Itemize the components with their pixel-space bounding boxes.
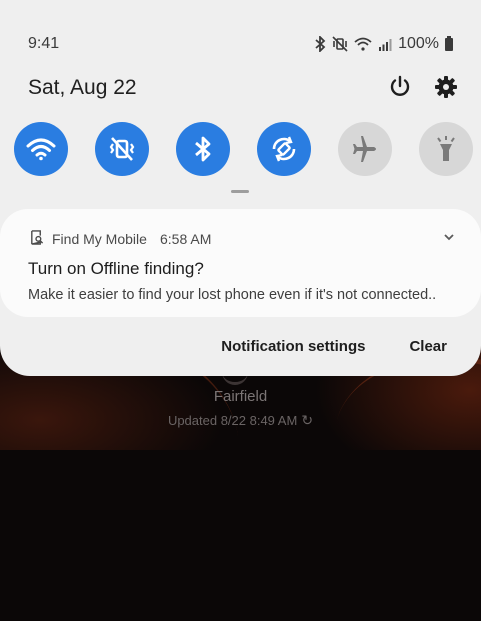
vibrate-icon — [109, 137, 135, 161]
power-icon — [390, 75, 410, 96]
notification-app-name: Find My Mobile — [52, 231, 147, 247]
weather-city: Fairfield — [213, 388, 268, 405]
drag-handle[interactable] — [231, 190, 249, 193]
flashlight-icon — [437, 136, 455, 161]
battery-icon — [445, 35, 453, 51]
notification-title: Turn on Offline finding? — [28, 259, 204, 278]
notification-card[interactable]: Find My Mobile 6:58 AM Turn on Offline f… — [0, 209, 481, 317]
status-time: 9:41 — [28, 35, 60, 52]
settings-button[interactable] — [433, 74, 459, 100]
bluetooth-icon — [315, 36, 326, 52]
auto-rotate-icon — [272, 136, 296, 162]
signal-icon — [379, 38, 392, 51]
wifi-icon — [354, 37, 372, 51]
sound-mode-toggle[interactable] — [95, 122, 149, 176]
gear-icon — [435, 76, 457, 98]
auto-rotate-toggle[interactable] — [257, 122, 311, 176]
quick-panel-top-actions — [387, 74, 459, 100]
weather-updated: Updated 8/22 8:49 AM ↻ — [0, 412, 481, 429]
bluetooth-icon — [195, 136, 211, 162]
flashlight-toggle[interactable] — [419, 122, 473, 176]
weather-updated-text: Updated 8/22 8:49 AM — [167, 413, 298, 428]
bluetooth-toggle[interactable] — [176, 122, 230, 176]
status-icons: 100% — [314, 35, 453, 53]
chevron-down-icon[interactable] — [441, 229, 457, 245]
notification-actions: Notification settings Clear — [221, 338, 447, 355]
wifi-toggle[interactable] — [14, 122, 68, 176]
status-bar: 9:41 100% — [28, 35, 453, 55]
airplane-mode-toggle[interactable] — [338, 122, 392, 176]
quick-settings-tiles — [14, 122, 473, 176]
quick-panel-date: Sat, Aug 22 — [28, 76, 137, 99]
notification-body: Make it easier to find your lost phone e… — [28, 287, 437, 303]
notification-time: 6:58 AM — [160, 231, 212, 247]
wifi-icon — [26, 138, 56, 161]
find-my-mobile-icon — [31, 230, 44, 245]
clear-button[interactable]: Clear — [409, 338, 447, 355]
notification-settings-button[interactable]: Notification settings — [221, 338, 365, 355]
airplane-icon — [353, 136, 376, 162]
quick-panel: 9:41 100% Sat, Aug 22 Find My Mobile 6:5… — [0, 0, 481, 376]
battery-percent: 100% — [398, 35, 439, 52]
power-button[interactable] — [387, 74, 413, 100]
refresh-icon[interactable]: ↻ — [301, 412, 313, 429]
vibrate-icon — [332, 36, 348, 52]
